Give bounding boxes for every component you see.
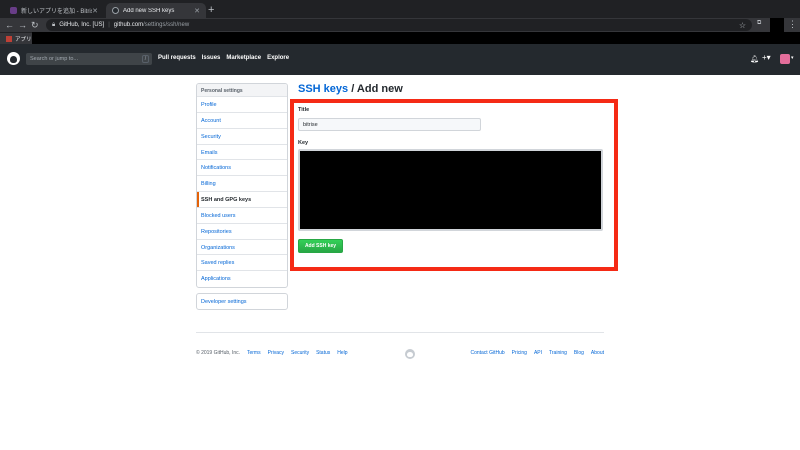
- header-nav: Pull requests Issues Marketplace Explore: [158, 55, 289, 61]
- back-arrow-icon[interactable]: ←: [5, 19, 14, 31]
- nav-marketplace[interactable]: Marketplace: [226, 55, 261, 61]
- site-organization: GitHub, Inc. [US]: [59, 22, 105, 28]
- footer-link-privacy[interactable]: Privacy: [268, 350, 284, 356]
- footer-link-blog[interactable]: Blog: [574, 350, 584, 356]
- sidebar-item-billing[interactable]: Billing: [197, 176, 287, 193]
- sidebar-item-security[interactable]: Security: [197, 129, 287, 145]
- footer-link-status[interactable]: Status: [316, 350, 330, 356]
- tab-title: 新しいアプリを追加 - Bitrise: [21, 9, 93, 15]
- github-header: Search or jump to... / Pull requests Iss…: [0, 44, 800, 75]
- sidebar-item-organizations[interactable]: Organizations: [197, 240, 287, 256]
- sidebar-item-developer-settings[interactable]: Developer settings: [196, 293, 288, 310]
- settings-sidebar: Personal settings Profile Account Securi…: [196, 83, 288, 288]
- github-favicon-icon: [112, 7, 119, 14]
- sidebar-item-applications[interactable]: Applications: [197, 271, 287, 287]
- sidebar-item-repositories[interactable]: Repositories: [197, 224, 287, 240]
- browser-tab-github[interactable]: Add new SSH keys ✕: [106, 3, 206, 18]
- address-bar[interactable]: 🔒︎ GitHub, Inc. [US] | github.com /setti…: [46, 19, 752, 31]
- sidebar-heading: Personal settings: [197, 84, 287, 97]
- lock-icon: 🔒︎: [52, 21, 56, 28]
- footer-right: Contact GitHub Pricing API Training Blog…: [470, 350, 604, 356]
- search-input[interactable]: Search or jump to... /: [26, 53, 152, 65]
- create-new-dropdown[interactable]: +▾: [762, 53, 771, 62]
- nav-explore[interactable]: Explore: [267, 55, 289, 61]
- footer-link-training[interactable]: Training: [549, 350, 567, 356]
- new-tab-icon[interactable]: +: [208, 3, 214, 17]
- footer-link-security[interactable]: Security: [291, 350, 309, 356]
- sidebar-item-blocked-users[interactable]: Blocked users: [197, 208, 287, 224]
- reload-icon[interactable]: ↻: [31, 19, 39, 31]
- sidebar-item-saved-replies[interactable]: Saved replies: [197, 255, 287, 272]
- sidebar-item-profile[interactable]: Profile: [197, 97, 287, 113]
- translate-icon[interactable]: ⧉: [757, 20, 761, 27]
- page: 新しいアプリを追加 - Bitrise ✕ Add new SSH keys ✕…: [0, 0, 800, 450]
- address-path: /settings/ssh/new: [143, 22, 190, 28]
- close-tab-icon[interactable]: ✕: [194, 7, 200, 15]
- footer-link-api[interactable]: API: [534, 350, 542, 356]
- bookmark-label: アプリ: [15, 37, 32, 43]
- page-title: SSH keys / Add new: [298, 83, 403, 95]
- breadcrumb-ssh-keys[interactable]: SSH keys: [298, 83, 348, 95]
- nav-pull-requests[interactable]: Pull requests: [158, 55, 196, 61]
- bitrise-favicon-icon: [10, 7, 17, 14]
- chevron-down-icon[interactable]: ▾: [791, 55, 794, 61]
- redacted-bookmarks: [32, 32, 800, 44]
- breadcrumb-current: / Add new: [351, 83, 403, 95]
- sidebar-item-ssh-gpg-keys[interactable]: SSH and GPG keys: [197, 192, 287, 208]
- github-logo-icon[interactable]: [7, 52, 20, 65]
- footer-copyright: © 2019 GitHub, Inc.: [196, 350, 240, 356]
- avatar[interactable]: [780, 54, 790, 64]
- footer-link-about[interactable]: About: [591, 350, 604, 356]
- footer-divider: [196, 332, 604, 333]
- browser-toolbar: ← → ↻ 🔒︎ GitHub, Inc. [US] | github.com …: [0, 18, 800, 32]
- title-label: Title: [298, 107, 310, 113]
- footer-link-help[interactable]: Help: [337, 350, 347, 356]
- title-field[interactable]: [298, 118, 481, 131]
- close-tab-icon[interactable]: ✕: [92, 7, 98, 15]
- bell-icon[interactable]: 🔔︎: [750, 55, 759, 63]
- forward-arrow-icon[interactable]: →: [18, 19, 27, 31]
- slash-shortcut-icon: /: [142, 55, 149, 63]
- sidebar-item-account[interactable]: Account: [197, 113, 287, 129]
- tab-title: Add new SSH keys: [123, 7, 175, 14]
- key-field[interactable]: [298, 149, 603, 231]
- bookmark-apps[interactable]: アプリ: [6, 35, 32, 43]
- sidebar-item-notifications[interactable]: Notifications: [197, 160, 287, 177]
- key-label: Key: [298, 140, 309, 146]
- address-separator: |: [108, 22, 110, 28]
- address-host: github.com: [113, 22, 144, 28]
- bookmark-star-icon[interactable]: ☆: [739, 21, 746, 30]
- footer-link-contact[interactable]: Contact GitHub: [470, 350, 504, 356]
- github-mark-icon[interactable]: [405, 349, 415, 359]
- extension-icon[interactable]: [770, 18, 784, 32]
- browser-tab-bitrise[interactable]: 新しいアプリを追加 - Bitrise ✕: [4, 3, 104, 18]
- search-placeholder: Search or jump to...: [30, 56, 78, 62]
- sidebar-item-emails[interactable]: Emails: [197, 145, 287, 161]
- nav-issues[interactable]: Issues: [202, 55, 221, 61]
- apps-grid-icon: [6, 36, 12, 42]
- footer-link-pricing[interactable]: Pricing: [512, 350, 527, 356]
- add-ssh-key-button[interactable]: Add SSH key: [298, 239, 343, 253]
- browser-tab-strip: 新しいアプリを追加 - Bitrise ✕ Add new SSH keys ✕…: [0, 0, 800, 18]
- footer-left: © 2019 GitHub, Inc. Terms Privacy Securi…: [196, 350, 348, 356]
- browser-menu-icon[interactable]: ⋮: [788, 19, 797, 30]
- footer-link-terms[interactable]: Terms: [247, 350, 261, 356]
